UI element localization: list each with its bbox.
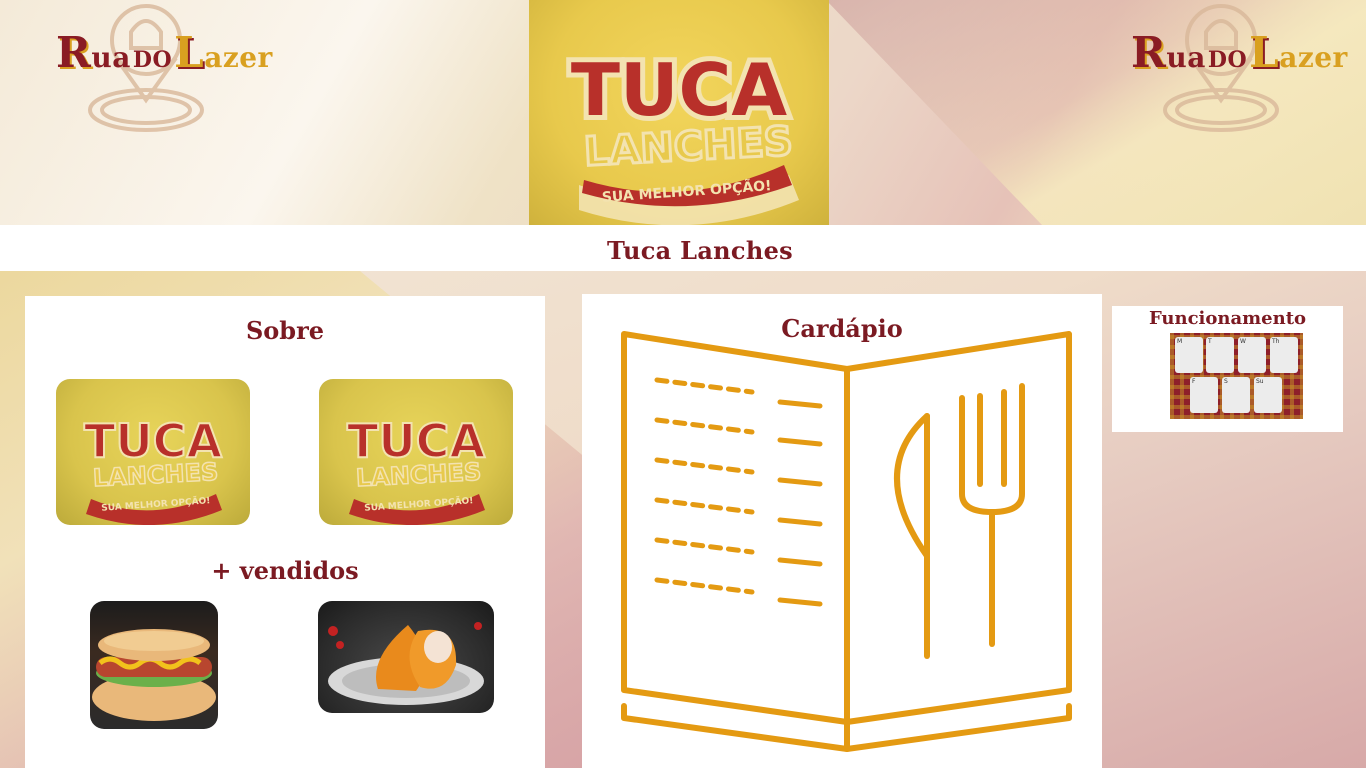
logo-right[interactable]: RuaDOLazer <box>1131 4 1351 138</box>
tuca-lanches-logo: TUCA LANCHES SUA MELHOR OPÇÃO! <box>83 413 223 525</box>
hotdog-image[interactable] <box>90 601 218 729</box>
cardapio-card[interactable]: Cardápio <box>582 294 1102 768</box>
menu-book-icon <box>621 331 1072 752</box>
day-cell: S <box>1222 377 1250 413</box>
coxinha-image[interactable] <box>318 601 494 713</box>
tuca-lanches-banner: TUCA TUCA LANCHES SUA MELHOR OPÇÃO! <box>566 43 799 225</box>
header: RuaDOLazer RuaDOLazer TUCA TUCA LANCHES … <box>0 0 1366 225</box>
sobre-card: Sobre TUCA LANCHES SUA MELHOR OPÇÃO! TUC… <box>25 296 545 768</box>
day-cell: Th <box>1270 337 1298 373</box>
svg-text:LANCHES: LANCHES <box>355 458 482 493</box>
logo-text: RuaDOLazer <box>56 28 273 77</box>
sobre-image-1[interactable]: TUCA LANCHES SUA MELHOR OPÇÃO! <box>56 379 250 525</box>
banner-title: TUCA <box>571 48 787 132</box>
day-cell: T <box>1206 337 1234 373</box>
day-cell: W <box>1238 337 1266 373</box>
svg-text:LANCHES: LANCHES <box>92 458 219 493</box>
day-cell: M <box>1175 337 1203 373</box>
logo-text: RuaDOLazer <box>1131 28 1348 77</box>
banner-subtitle: LANCHES <box>583 119 794 176</box>
sobre-title: Sobre <box>245 316 325 345</box>
banner-image: TUCA TUCA LANCHES SUA MELHOR OPÇÃO! <box>529 0 829 225</box>
sobre-image-2[interactable]: TUCA LANCHES SUA MELHOR OPÇÃO! <box>319 379 513 525</box>
hotdog-icon <box>92 629 216 721</box>
mais-vendidos-title: + vendidos <box>211 556 359 585</box>
tuca-lanches-logo: TUCA LANCHES SUA MELHOR OPÇÃO! <box>346 413 486 525</box>
coxinha-icon <box>328 622 484 705</box>
day-cell: F <box>1190 377 1218 413</box>
funcionamento-title: Funcionamento <box>1148 308 1307 329</box>
schedule-table: M T W Th F S Su <box>1170 333 1303 419</box>
page-title: Tuca Lanches <box>607 236 793 265</box>
logo-left[interactable]: RuaDOLazer <box>56 4 276 138</box>
day-cell: Su <box>1254 377 1282 413</box>
